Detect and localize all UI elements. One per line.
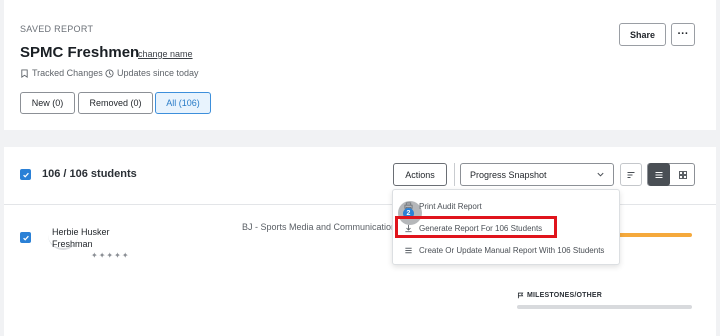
filter-removed-button[interactable]: Removed (0) [78,92,153,114]
saved-report-eyebrow: SAVED REPORT [20,24,94,34]
menu-item-label: Create Or Update Manual Report With 106 … [419,245,605,255]
tracked-changes-label: Tracked Changes [32,68,103,78]
student-class-year: Freshman [52,239,93,249]
list-icon [655,171,663,178]
share-button[interactable]: Share [619,23,666,46]
menu-item-create-manual-report[interactable]: Create Or Update Manual Report With 106 … [393,240,621,260]
flag-icon [517,292,524,299]
menu-item-print-audit-report[interactable]: Print Audit Report [393,196,621,216]
student-name[interactable]: Herbie Husker Freshman [52,226,110,250]
chevron-down-icon [597,172,604,177]
clock-icon [105,68,114,78]
milestones-heading: MILESTONES/OTHER [517,292,602,299]
select-all-checkbox[interactable] [20,169,31,180]
actions-button[interactable]: Actions [393,163,447,186]
filter-new-button[interactable]: New (0) [20,92,75,114]
student-count-label: 106 / 106 students [42,168,137,180]
toolbar-divider [454,163,455,186]
grid-view-button[interactable] [672,163,694,186]
milestones-progress-bar [517,305,692,309]
milestones-label: MILESTONES/OTHER [527,292,603,299]
menu-item-label: Print Audit Report [419,201,482,211]
sort-icon [627,171,635,178]
student-major: BJ - Sports Media and Communication [242,222,397,232]
change-name-link[interactable]: change name [138,49,193,59]
view-select[interactable]: Progress Snapshot [460,163,614,186]
bookmark-icon [21,68,28,78]
ellipsis-icon: ··· [677,28,689,40]
checkmark-icon [22,172,29,178]
view-toggle-group [647,163,695,186]
list-view-button[interactable] [648,163,670,186]
tracked-changes: Tracked Changes [20,68,103,78]
progress-bar [618,233,692,237]
grid-icon [679,170,687,179]
more-options-button[interactable]: ··· [671,23,695,46]
view-select-value: Progress Snapshot [470,169,547,180]
filter-all-button[interactable]: All (106) [155,92,211,114]
report-title: SPMC Freshmen [20,44,140,61]
annotation-highlight-box [395,216,557,238]
rating-stars: ✦✦✦✦✦ [91,251,130,260]
updates-since: Updates since today [105,68,199,78]
checkmark-icon [22,235,29,241]
sort-button[interactable] [620,163,642,186]
updates-since-label: Updates since today [117,68,199,78]
student-row-checkbox[interactable] [20,232,31,243]
list-icon [405,247,412,253]
report-header-card: SAVED REPORT SPMC Freshmen change name T… [4,0,716,130]
student-name-line: Herbie Husker [52,227,110,237]
